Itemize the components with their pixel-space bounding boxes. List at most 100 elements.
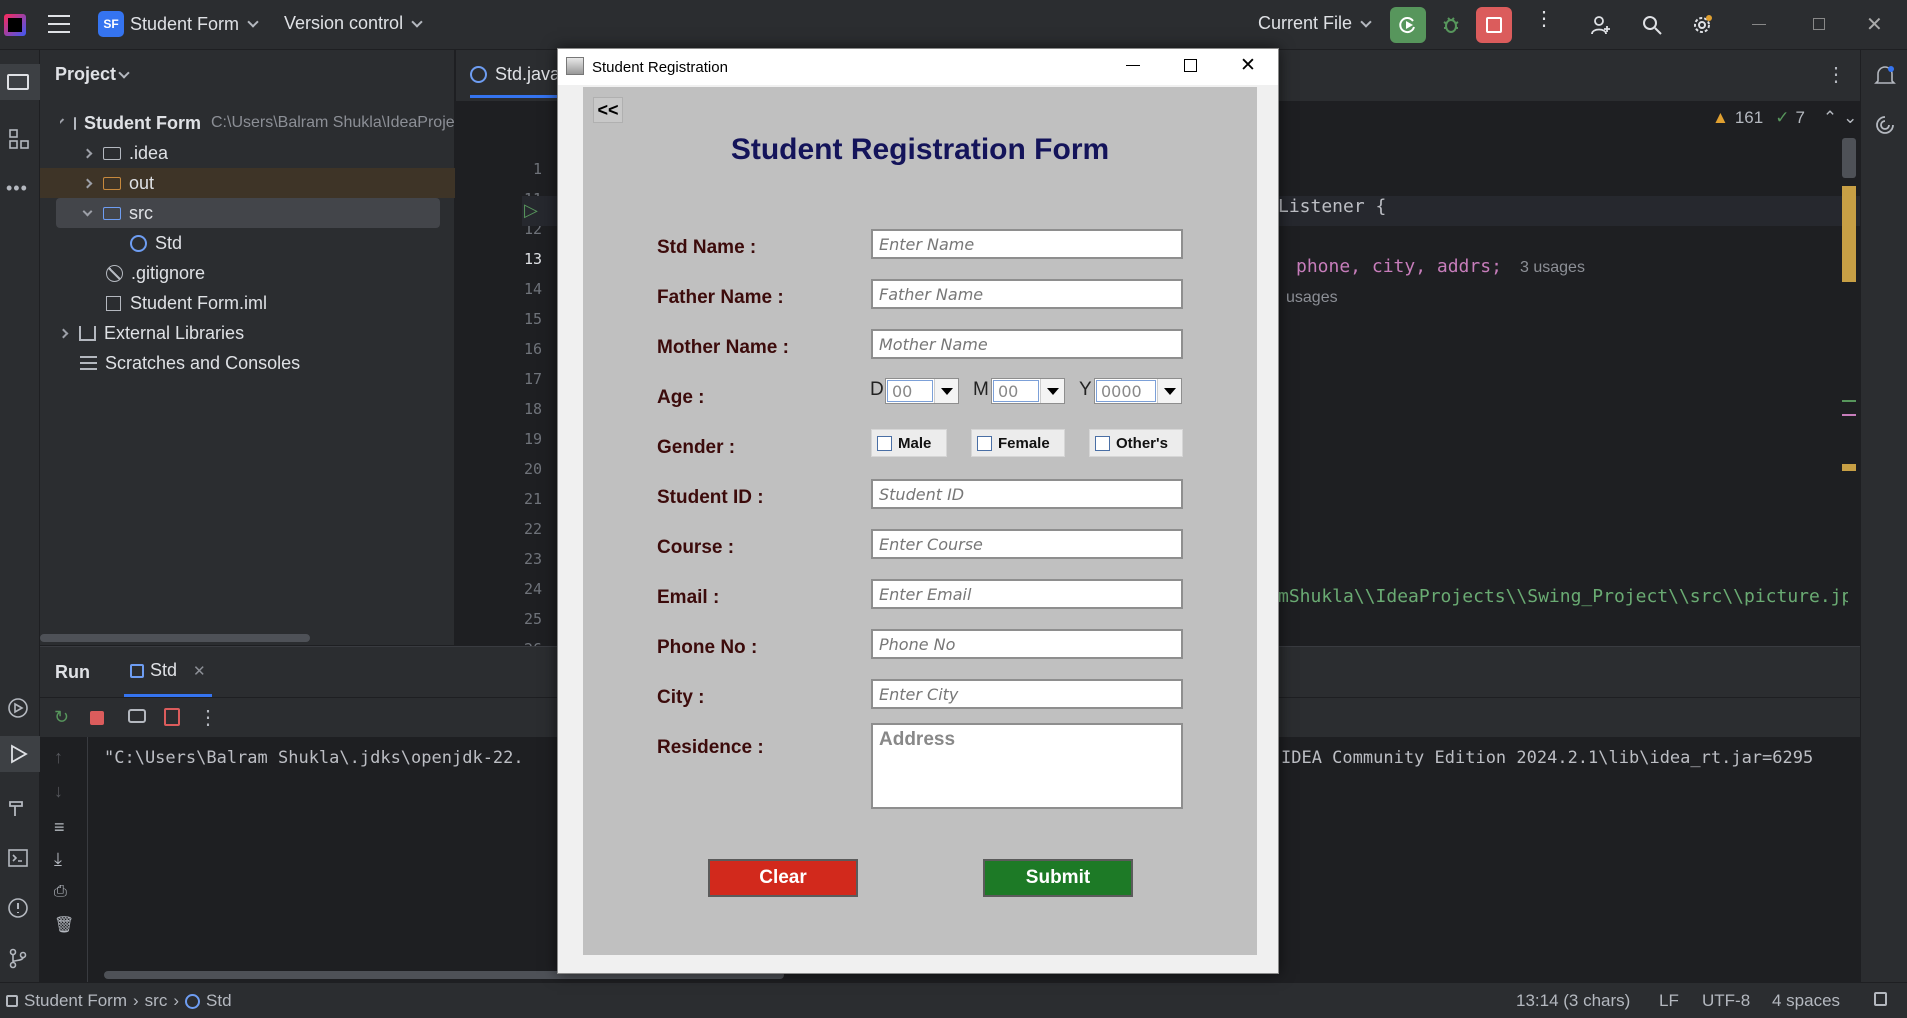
tree-item-scratches[interactable]: Scratches and Consoles (80, 348, 300, 378)
expand-arrow-icon[interactable] (60, 117, 65, 125)
print-icon[interactable]: ⎙ (54, 883, 67, 901)
dropdown-arrow-icon[interactable] (934, 379, 958, 403)
breadcrumb-item[interactable]: Std (206, 991, 232, 1011)
dropdown-arrow-icon[interactable] (1157, 379, 1181, 403)
camera-icon[interactable] (128, 709, 146, 723)
error-stripe-marker[interactable] (1842, 400, 1856, 402)
minimize-window-icon[interactable] (1752, 24, 1766, 25)
ai-assistant-icon[interactable] (1874, 114, 1896, 139)
expand-arrow-icon[interactable] (60, 328, 69, 338)
breadcrumb-item[interactable]: Student Form (24, 991, 127, 1011)
problems-icon[interactable] (6, 896, 30, 923)
caret-position[interactable]: 13:14 (3 chars) (1516, 991, 1630, 1011)
tree-item-gitignore[interactable]: .gitignore (106, 258, 205, 288)
gender-male-checkbox[interactable]: Male (871, 429, 947, 457)
expand-arrow-icon[interactable] (82, 206, 93, 216)
gender-female-checkbox[interactable]: Female (971, 429, 1065, 457)
usages-hint[interactable]: 3 usages (1520, 259, 1585, 277)
horizontal-scrollbar[interactable] (40, 634, 310, 642)
readonly-lock-icon[interactable] (1874, 992, 1887, 1006)
restore-window-icon[interactable] (1813, 18, 1825, 30)
expand-arrow-icon[interactable] (82, 178, 93, 188)
services-icon[interactable] (6, 696, 30, 723)
tree-item-idea[interactable]: .idea (84, 138, 168, 168)
tree-item-out[interactable]: out (40, 168, 455, 198)
rerun-icon[interactable]: ↻ (54, 707, 69, 728)
city-input[interactable]: Enter City (871, 679, 1183, 709)
address-textarea[interactable]: Address (871, 723, 1183, 809)
terminal-icon[interactable] (6, 846, 30, 873)
day-select[interactable]: 00 (885, 378, 959, 404)
editor-options-icon[interactable]: ⋮ (1826, 62, 1846, 87)
email-input[interactable]: Enter Email (871, 579, 1183, 609)
phone-input[interactable]: Phone No (871, 629, 1183, 659)
editor-scrollbar-thumb[interactable] (1842, 138, 1856, 178)
error-stripe-marker[interactable] (1842, 414, 1856, 416)
year-select[interactable]: 0000 (1094, 378, 1182, 404)
rerun-button[interactable] (1390, 7, 1426, 43)
add-user-icon[interactable] (1583, 7, 1619, 43)
structure-icon[interactable] (8, 128, 30, 153)
error-stripe-marker[interactable] (1842, 466, 1856, 471)
prev-highlight-icon[interactable]: ⌃ (1823, 108, 1837, 128)
tree-item-external-libraries[interactable]: External Libraries (60, 318, 244, 348)
stop-icon[interactable] (90, 711, 104, 725)
breadcrumb-item[interactable]: src (145, 991, 168, 1011)
usages-hint[interactable]: usages (1286, 289, 1338, 307)
run-tool-button[interactable] (0, 736, 40, 772)
project-tool-button[interactable] (0, 64, 40, 100)
dialog-minimize-icon[interactable] (1126, 65, 1140, 66)
more-run-actions-icon[interactable]: ⋮ (198, 705, 218, 730)
gender-other-checkbox[interactable]: Other's (1089, 429, 1183, 457)
project-switcher[interactable]: SF Student Form (98, 11, 259, 37)
error-stripe-marker[interactable] (1842, 186, 1856, 282)
run-tab-std[interactable]: Std ✕ (124, 647, 212, 697)
inspection-widget[interactable]: ▲ 161 ✓ 7 ⌃ ⌄ (1712, 108, 1857, 128)
checkbox-square[interactable] (977, 435, 992, 451)
scroll-to-end-icon[interactable]: ⤓ (54, 849, 62, 870)
main-menu-icon[interactable] (48, 15, 70, 33)
indent-setting[interactable]: 4 spaces (1772, 991, 1840, 1011)
checkbox-square[interactable] (877, 435, 892, 451)
close-tab-icon[interactable]: ✕ (193, 662, 206, 680)
soft-wrap-icon[interactable]: ≡ (54, 817, 65, 838)
git-icon[interactable] (6, 946, 30, 973)
mother-name-input[interactable]: Mother Name (871, 329, 1183, 359)
tree-item-src[interactable]: src (56, 198, 440, 228)
trash-icon[interactable]: 🗑 (54, 915, 74, 935)
stop-button[interactable] (1476, 7, 1512, 43)
course-input[interactable]: Enter Course (871, 529, 1183, 559)
line-separator[interactable]: LF (1659, 991, 1679, 1011)
tree-item-std[interactable]: Std (130, 228, 182, 258)
project-panel-header[interactable]: Project (55, 64, 130, 85)
next-highlight-icon[interactable]: ⌄ (1843, 108, 1857, 128)
notifications-icon[interactable] (1874, 64, 1896, 91)
clear-button[interactable]: Clear (708, 859, 858, 897)
dialog-close-icon[interactable]: ✕ (1240, 54, 1256, 77)
father-name-input[interactable]: Father Name (871, 279, 1183, 309)
build-icon[interactable] (6, 796, 30, 823)
back-button[interactable]: << (593, 97, 623, 123)
run-gutter-icon[interactable]: ▷ (524, 200, 538, 221)
std-name-input[interactable]: Enter Name (871, 229, 1183, 259)
dropdown-arrow-icon[interactable] (1040, 379, 1064, 403)
settings-gear-icon[interactable] (1684, 7, 1720, 43)
student-id-input[interactable]: Student ID (871, 479, 1183, 509)
down-arrow-icon[interactable]: ↓ (54, 781, 63, 802)
exit-icon[interactable] (164, 708, 180, 726)
debug-icon[interactable] (1433, 7, 1469, 43)
expand-arrow-icon[interactable] (84, 148, 93, 158)
submit-button[interactable]: Submit (983, 859, 1133, 897)
tree-item-student-form[interactable]: Student Form C:\Users\Balram Shukla\Idea… (60, 108, 455, 138)
close-window-icon[interactable]: ✕ (1866, 12, 1883, 37)
run-config-selector[interactable]: Current File (1258, 13, 1372, 34)
checkbox-square[interactable] (1095, 435, 1110, 451)
dialog-maximize-icon[interactable] (1184, 59, 1197, 72)
more-tools-icon[interactable]: ••• (6, 178, 28, 199)
month-select[interactable]: 00 (991, 378, 1065, 404)
up-arrow-icon[interactable]: ↑ (54, 747, 63, 768)
dialog-title-bar[interactable]: Student Registration ✕ (558, 49, 1278, 85)
version-control-menu[interactable]: Version control (284, 13, 423, 34)
editor-tab-std[interactable]: Std.java (470, 64, 561, 98)
file-encoding[interactable]: UTF-8 (1702, 991, 1750, 1011)
